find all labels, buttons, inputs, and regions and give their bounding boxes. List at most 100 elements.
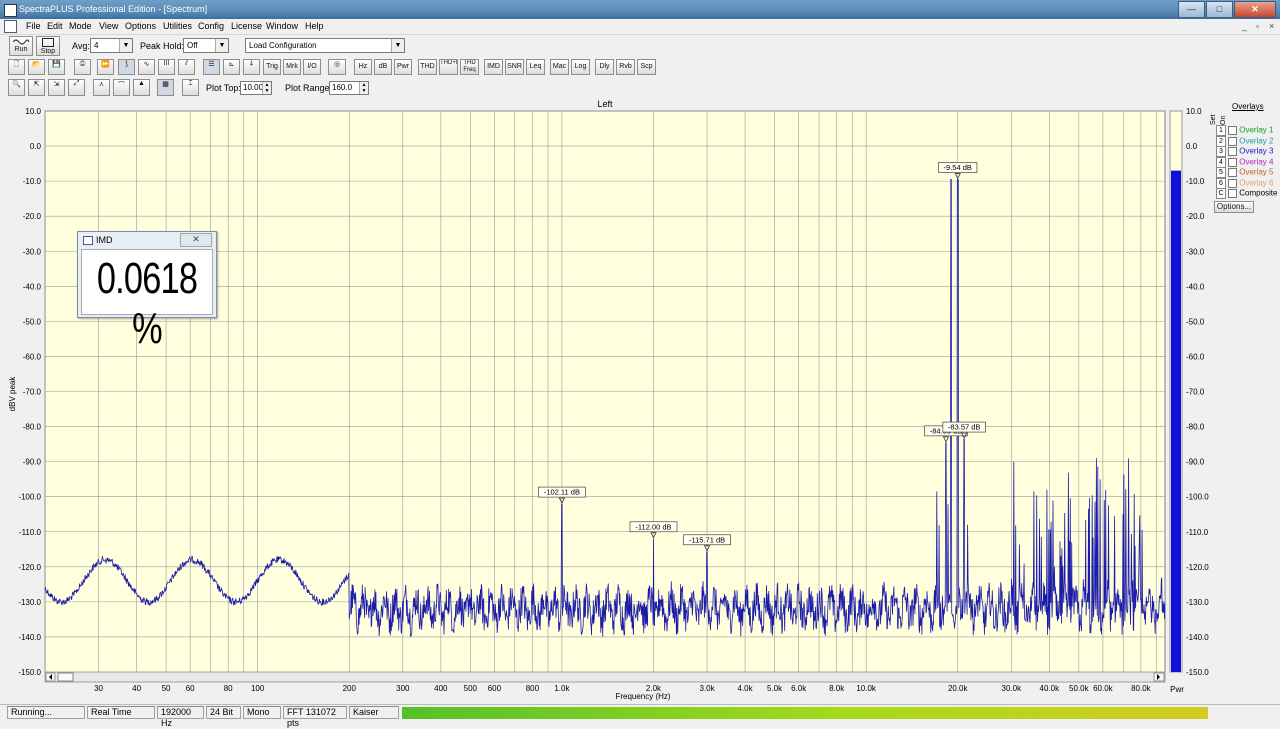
overlay-checkbox[interactable] [1228, 189, 1237, 198]
trig-button[interactable]: Trig [263, 59, 281, 75]
overlay-set-button[interactable]: 1 [1216, 125, 1226, 136]
overlay-label: Composite [1237, 188, 1278, 198]
menu-view[interactable]: View [99, 21, 118, 31]
peak-hold-select[interactable]: Off ▼ [183, 38, 229, 53]
overlay-row[interactable]: 1 Overlay 1 [1216, 125, 1273, 136]
child-close-icon[interactable]: × [1269, 21, 1274, 31]
overlay-set-button[interactable]: 2 [1216, 135, 1226, 147]
settings-panel-icon[interactable]: ☰ [203, 59, 220, 75]
generator-icon[interactable]: ◎ [328, 59, 346, 75]
y-tick-label: -20.0 [23, 212, 42, 221]
imd-window-titlebar[interactable]: IMD ✕ [78, 232, 216, 248]
scope-icon[interactable]: ⟆ [118, 59, 135, 75]
cursor-icon[interactable]: ⌶ [182, 79, 199, 96]
menu-mode[interactable]: Mode [69, 21, 92, 31]
overlay-row[interactable]: 2 Overlay 2 [1216, 135, 1273, 147]
horizontal-scrollbar[interactable] [44, 671, 1166, 683]
spinner-arrows-icon[interactable]: ▲ ▼ [262, 82, 271, 94]
overlay-set-button[interactable]: 5 [1216, 167, 1226, 178]
scroll-thumb[interactable] [57, 672, 74, 682]
minimize-button[interactable]: — [1178, 1, 1205, 18]
overlay-set-button[interactable]: 6 [1216, 177, 1226, 189]
zoom-full-icon[interactable]: ⤢ [68, 79, 85, 96]
zoom-icon[interactable]: 🔍 [8, 79, 25, 96]
menu-file[interactable]: File [26, 21, 41, 31]
spinner-arrows-icon[interactable]: ▲ ▼ [359, 82, 368, 94]
zoom-out-2x-icon[interactable]: ⇲ [48, 79, 65, 96]
overlay-row[interactable]: 3 Overlay 3 [1216, 146, 1273, 157]
peak-icon[interactable]: ⍋ [243, 59, 260, 75]
thd-button[interactable]: THD [418, 59, 437, 75]
dly-button[interactable]: Dly [595, 59, 614, 75]
imd-window[interactable]: IMD ✕ 0.0618 % [77, 231, 217, 353]
overlay-checkbox[interactable] [1228, 126, 1237, 135]
spectrum-bars-icon[interactable]: ǀǀǀ [158, 59, 175, 75]
3d-surface-icon[interactable]: ⫽ [178, 59, 195, 75]
scp-button[interactable]: Scp [637, 59, 656, 75]
menu-options[interactable]: Options [125, 21, 156, 31]
overlay-row[interactable]: C Composite [1216, 188, 1278, 199]
document-icon[interactable] [4, 20, 17, 33]
overlay-checkbox[interactable] [1228, 147, 1237, 156]
snr-button[interactable]: SNR [505, 59, 524, 75]
overlay-row[interactable]: 4 Overlay 4 [1216, 156, 1273, 168]
thd-freq-button[interactable]: THD Freq [460, 59, 479, 75]
open-icon[interactable]: 📂 [28, 59, 45, 75]
child-minimize-icon[interactable]: _ [1242, 21, 1247, 31]
app-icon[interactable] [4, 4, 17, 17]
overlay-row[interactable]: 6 Overlay 6 [1216, 177, 1273, 189]
plot-range-input[interactable]: 160.0 ▲ ▼ [329, 81, 369, 95]
menu-utilities[interactable]: Utilities [163, 21, 192, 31]
load-configuration-select[interactable]: Load Configuration ▼ [245, 38, 405, 53]
leq-button[interactable]: Leq [526, 59, 545, 75]
save-icon[interactable]: 💾 [48, 59, 65, 75]
overlay-row[interactable]: 5 Overlay 5 [1216, 167, 1273, 178]
log-button[interactable]: Log [571, 59, 590, 75]
waveform-icon[interactable]: ∿ [138, 59, 155, 75]
hz-button[interactable]: Hz [354, 59, 372, 75]
overlay-checkbox[interactable] [1228, 157, 1237, 167]
avg-select[interactable]: 4 ▼ [90, 38, 133, 53]
plot-top-input[interactable]: 10.00 ▲ ▼ [240, 81, 272, 95]
overlay-set-button[interactable]: C [1216, 188, 1226, 199]
area-plot-icon[interactable]: ▲ [133, 79, 150, 96]
new-icon[interactable]: 🗋 [8, 59, 25, 75]
close-icon[interactable]: ✕ [180, 233, 212, 247]
window-icon [83, 236, 93, 245]
run-button[interactable]: Run [9, 36, 33, 56]
mrk-button[interactable]: Mrk [283, 59, 301, 75]
fast-forward-icon[interactable]: ⏩ [97, 59, 114, 75]
print-icon[interactable]: ⎙ [74, 59, 91, 75]
child-restore-icon[interactable]: ▫ [1256, 21, 1259, 31]
menu-help[interactable]: Help [305, 21, 324, 31]
menu-license[interactable]: License [231, 21, 262, 31]
stop-button[interactable]: Stop [36, 36, 60, 56]
maximize-button[interactable]: □ [1206, 1, 1233, 18]
mac-button[interactable]: Mac [550, 59, 569, 75]
stop-icon [42, 38, 54, 47]
overlay-checkbox[interactable] [1228, 168, 1237, 177]
zoom-in-2x-icon[interactable]: ⇱ [28, 79, 45, 96]
y-tick-label: -80.0 [23, 423, 42, 432]
io-button[interactable]: I/O [303, 59, 321, 75]
peak-marker-icon[interactable]: ⋏ [93, 79, 110, 96]
overlay-set-button[interactable]: 3 [1216, 146, 1226, 157]
pwr-button[interactable]: Pwr [394, 59, 412, 75]
grid-icon[interactable]: ▦ [157, 79, 174, 96]
line-plot-icon[interactable]: ⌒ [113, 79, 130, 96]
imd-button[interactable]: IMD [484, 59, 503, 75]
menu-edit[interactable]: Edit [47, 21, 63, 31]
x-tick-label: 5.0k [767, 684, 783, 693]
overlay-set-button[interactable]: 4 [1216, 156, 1226, 168]
close-button[interactable]: ✕ [1234, 1, 1276, 18]
db-button[interactable]: dB [374, 59, 392, 75]
overlay-checkbox[interactable] [1228, 178, 1237, 188]
thdn-button[interactable]: THD+N [439, 59, 458, 75]
axis-icon[interactable]: ⊾ [223, 59, 240, 75]
overlay-checkbox[interactable] [1228, 136, 1237, 146]
spectrum-plot[interactable]: Left 10.00.0-10.0-20.0-30.0-40.0-50.0-60… [0, 98, 1280, 704]
overlays-options-button[interactable]: Options... [1214, 201, 1254, 213]
menu-config[interactable]: Config [198, 21, 224, 31]
rvb-button[interactable]: Rvb [616, 59, 635, 75]
menu-window[interactable]: Window [266, 21, 298, 31]
